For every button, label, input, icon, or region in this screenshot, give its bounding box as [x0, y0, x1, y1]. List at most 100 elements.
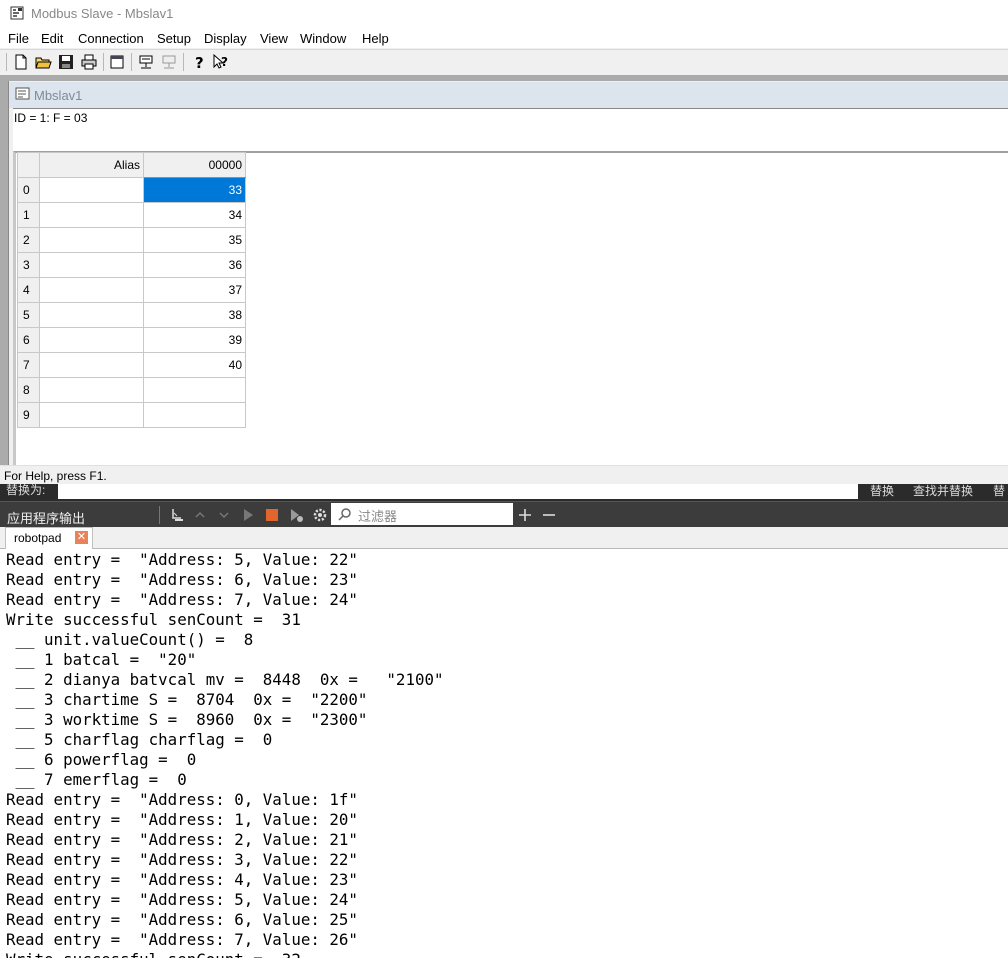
- menu-file[interactable]: File: [8, 31, 29, 46]
- output-line: Read entry = "Address: 7, Value: 24": [6, 590, 358, 609]
- value-cell[interactable]: 34: [143, 202, 246, 228]
- alias-cell[interactable]: [39, 277, 144, 303]
- new-file-icon[interactable]: [12, 53, 30, 71]
- title-bar: Modbus Slave - Mbslav1: [0, 0, 1008, 28]
- alias-cell[interactable]: [39, 402, 144, 428]
- row-header: 2: [17, 227, 40, 253]
- header-separator: [159, 506, 160, 524]
- row-header: 4: [17, 277, 40, 303]
- table-row: 5 38: [17, 302, 246, 328]
- menu-help[interactable]: Help: [362, 31, 389, 46]
- output-line: Read entry = "Address: 5, Value: 24": [6, 890, 358, 909]
- replace-button[interactable]: 替换: [870, 484, 894, 499]
- alias-cell[interactable]: [39, 227, 144, 253]
- disconnect-icon[interactable]: [160, 53, 178, 71]
- row-header: 9: [17, 402, 40, 428]
- svg-text:?: ?: [195, 54, 204, 71]
- row-header: 7: [17, 352, 40, 378]
- close-icon[interactable]: ✕: [75, 531, 88, 544]
- alias-cell[interactable]: [39, 352, 144, 378]
- help-icon[interactable]: ?: [190, 53, 208, 71]
- chevron-down-icon[interactable]: [216, 507, 232, 523]
- alias-cell[interactable]: [39, 302, 144, 328]
- output-line: __ 7 emerflag = 0: [6, 770, 187, 789]
- child-window-titlebar[interactable]: Mbslav1: [9, 82, 1008, 108]
- stop-icon[interactable]: [264, 507, 280, 523]
- output-line: Read entry = "Address: 6, Value: 23": [6, 570, 358, 589]
- output-line: __ 3 worktime S = 8960 0x = "2300": [6, 710, 368, 729]
- output-line: __ unit.valueCount() = 8: [6, 630, 254, 649]
- row-header: 1: [17, 202, 40, 228]
- value-cell[interactable]: [143, 377, 246, 403]
- output-line: __ 2 dianya batvcal mv = 8448 0x = "2100…: [6, 670, 444, 689]
- output-line: Read entry = "Address: 1, Value: 20": [6, 810, 358, 829]
- slave-id-function: ID = 1: F = 03: [14, 111, 88, 125]
- output-line: __ 6 powerflag = 0: [6, 750, 197, 769]
- value-cell-selected[interactable]: 33: [143, 177, 246, 203]
- output-pane-title: 应用程序输出: [7, 511, 86, 526]
- output-line: Read entry = "Address: 7, Value: 26": [6, 930, 358, 949]
- value-cell[interactable]: 38: [143, 302, 246, 328]
- output-line: Read entry = "Address: 4, Value: 23": [6, 870, 358, 889]
- output-line: Read entry = "Address: 3, Value: 22": [6, 850, 358, 869]
- child-window-title: Mbslav1: [34, 88, 83, 103]
- replace-extra-button[interactable]: 替: [993, 484, 1005, 499]
- toolbar-grip: [6, 53, 7, 71]
- search-icon: [338, 508, 351, 521]
- connect-icon[interactable]: [137, 53, 155, 71]
- table-row: 8: [17, 377, 246, 403]
- value-cell[interactable]: [143, 402, 246, 428]
- minus-icon[interactable]: [541, 507, 557, 523]
- slave-info-panel: ID = 1: F = 03: [13, 108, 1008, 151]
- table-row: 6 39: [17, 327, 246, 353]
- status-text: For Help, press F1.: [4, 469, 107, 483]
- output-line: Read entry = "Address: 5, Value: 22": [6, 550, 358, 569]
- alias-cell[interactable]: [39, 202, 144, 228]
- chevron-up-icon[interactable]: [192, 507, 208, 523]
- filter-input[interactable]: 过滤器: [331, 503, 513, 525]
- value-cell[interactable]: 36: [143, 252, 246, 278]
- value-cell[interactable]: 35: [143, 227, 246, 253]
- value-cell[interactable]: 40: [143, 352, 246, 378]
- output-console[interactable]: Read entry = "Address: 5, Value: 22" Rea…: [0, 549, 1008, 958]
- menu-edit[interactable]: Edit: [41, 31, 63, 46]
- gear-icon[interactable]: [312, 507, 328, 523]
- output-line: Read entry = "Address: 0, Value: 1f": [6, 790, 358, 809]
- value-cell[interactable]: 39: [143, 327, 246, 353]
- table-row: 1 34: [17, 202, 246, 228]
- table-row: 7 40: [17, 352, 246, 378]
- run-icon[interactable]: [240, 507, 256, 523]
- output-line: __ 1 batcal = "20": [6, 650, 197, 669]
- alias-column-header[interactable]: Alias: [39, 152, 144, 178]
- print-icon[interactable]: [80, 53, 98, 71]
- menu-window[interactable]: Window: [300, 31, 346, 46]
- toolbar-separator: [183, 53, 184, 71]
- menu-connection[interactable]: Connection: [78, 31, 144, 46]
- toolbar-separator: [131, 53, 132, 71]
- alias-cell[interactable]: [39, 377, 144, 403]
- tab-robotpad[interactable]: robotpad ✕: [5, 527, 93, 549]
- output-line: __ 5 charflag charflag = 0: [6, 730, 273, 749]
- add-icon[interactable]: [517, 507, 533, 523]
- alias-cell[interactable]: [39, 252, 144, 278]
- value-cell[interactable]: 37: [143, 277, 246, 303]
- menu-setup[interactable]: Setup: [157, 31, 191, 46]
- row-header: 5: [17, 302, 40, 328]
- window-icon[interactable]: [108, 53, 126, 71]
- replace-all-button[interactable]: 查找并替换: [913, 484, 973, 499]
- open-folder-icon[interactable]: [34, 53, 52, 71]
- save-icon[interactable]: [57, 53, 75, 71]
- menu-bar: File Edit Connection Setup Display View …: [0, 28, 1008, 48]
- menu-view[interactable]: View: [260, 31, 288, 46]
- replace-input[interactable]: [58, 484, 858, 499]
- table-row: 4 37: [17, 277, 246, 303]
- clear-output-icon[interactable]: [169, 507, 185, 523]
- address-column-header[interactable]: 00000: [143, 152, 246, 178]
- alias-cell[interactable]: [39, 327, 144, 353]
- grid-corner: [17, 152, 40, 178]
- table-row: 0 33: [17, 177, 246, 203]
- alias-cell[interactable]: [39, 177, 144, 203]
- context-help-icon[interactable]: ?: [212, 53, 230, 71]
- menu-display[interactable]: Display: [204, 31, 247, 46]
- debug-run-icon[interactable]: [288, 507, 304, 523]
